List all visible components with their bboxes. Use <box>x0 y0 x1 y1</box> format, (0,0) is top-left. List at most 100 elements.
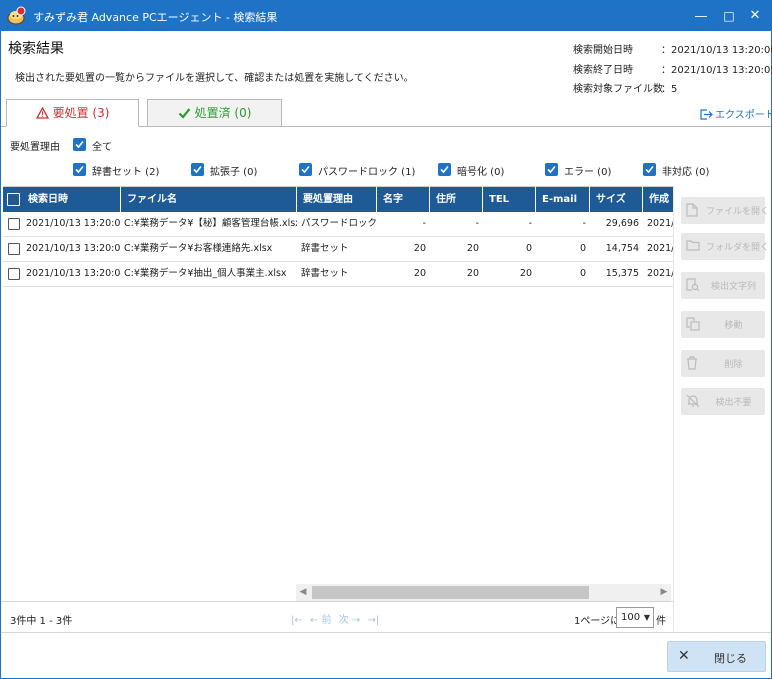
footer-divider <box>1 601 673 602</box>
tab-action-required[interactable]: 要処置 (3) <box>6 99 139 127</box>
filter-unsupported-checkbox[interactable] <box>643 163 656 176</box>
cell-tel: 20 <box>519 268 532 279</box>
next-page-button[interactable]: 次 → <box>339 615 361 626</box>
delete-button[interactable]: 削除 <box>681 350 765 377</box>
row-checkbox[interactable] <box>8 243 20 255</box>
button-label: フォルダを開く <box>706 243 770 253</box>
bottom-divider <box>1 632 771 633</box>
table-row[interactable]: 2021/10/13 13:20:04 C:¥業務データ¥抽出_個人事業主.xl… <box>3 262 673 287</box>
page-title: 検索結果 <box>8 41 64 57</box>
column-header-filename[interactable]: ファイル名 <box>121 187 297 212</box>
pagination: |← ← 前 次 → →| <box>291 611 383 626</box>
table-row[interactable]: 2021/10/13 13:20:02 C:¥業務データ¥お客様連絡先.xlsx… <box>3 237 673 262</box>
horizontal-scrollbar[interactable]: ◀ ▶ <box>296 584 671 601</box>
results-table: 検索日時 ファイル名 要処置理由 名字 住所 TEL E-mail サイズ 作成… <box>3 186 673 601</box>
detected-strings-button[interactable]: 検出文字列 <box>681 272 765 299</box>
minimize-button[interactable]: ― <box>693 8 709 24</box>
row-checkbox[interactable] <box>8 218 20 230</box>
column-header-size[interactable]: サイズ <box>590 187 643 212</box>
row-checkbox[interactable] <box>8 268 20 280</box>
close-icon: ✕ <box>678 648 690 664</box>
button-label: 検出不要 <box>715 398 752 408</box>
checkmark-icon <box>301 165 310 174</box>
per-page-select[interactable]: 100 ▼ <box>616 607 654 628</box>
cell-size: 29,696 <box>605 218 639 229</box>
filter-password-label: パスワードロック (1) <box>318 167 416 178</box>
button-label: 検出文字列 <box>710 282 756 292</box>
filter-error-checkbox[interactable] <box>545 163 558 176</box>
open-folder-button[interactable]: フォルダを開く <box>681 233 770 260</box>
checkmark-icon <box>440 165 449 174</box>
cell-surname: 20 <box>413 268 426 279</box>
filter-label: 要処置理由 <box>10 142 60 153</box>
info-label: 検索開始日時 <box>573 45 633 56</box>
cell-address: 20 <box>466 268 479 279</box>
filter-password-checkbox[interactable] <box>299 163 312 176</box>
button-label: 移動 <box>724 321 743 331</box>
column-header-email[interactable]: E-mail <box>536 187 590 212</box>
cell-email: 0 <box>579 243 586 254</box>
column-header-surname[interactable]: 名字 <box>377 187 430 212</box>
cell-email: 0 <box>579 268 586 279</box>
cell-reason: 辞書セット <box>301 268 349 279</box>
filter-all-label: 全て <box>92 142 112 153</box>
not-needed-button[interactable]: 検出不要 <box>681 388 765 415</box>
per-page-label: 1ページに <box>574 616 621 627</box>
cell-filename: C:¥業務データ¥抽出_個人事業主.xlsx <box>124 268 287 279</box>
filter-dictionary-label: 辞書セット (2) <box>92 167 160 178</box>
cell-address: 20 <box>466 243 479 254</box>
column-header-address[interactable]: 住所 <box>430 187 483 212</box>
column-header-search-time[interactable]: 検索日時 <box>22 187 121 212</box>
warning-icon <box>35 106 49 119</box>
checkmark-icon <box>645 165 654 174</box>
open-file-button[interactable]: ファイルを開く <box>681 197 770 224</box>
prev-page-button[interactable]: ← 前 <box>310 615 332 626</box>
record-count: 3件中 1 - 3件 <box>10 616 73 627</box>
last-page-button[interactable]: →| <box>367 615 379 626</box>
cell-reason: パスワードロック <box>301 218 377 229</box>
bell-off-icon <box>686 394 700 408</box>
first-page-button[interactable]: |← <box>291 615 303 626</box>
cell-reason: 辞書セット <box>301 243 349 254</box>
close-button[interactable]: ✕ 閉じる <box>667 641 766 672</box>
scrollbar-thumb[interactable] <box>312 586 589 599</box>
file-icon <box>686 203 698 217</box>
table-header: 検索日時 ファイル名 要処置理由 名字 住所 TEL E-mail サイズ 作成 <box>3 187 673 212</box>
cell-surname: 20 <box>413 243 426 254</box>
tab-processed[interactable]: 処置済 (0) <box>147 99 282 127</box>
cell-tel: 0 <box>525 243 532 254</box>
scroll-right-icon[interactable]: ▶ <box>657 584 671 601</box>
info-label: 検索終了日時 <box>573 65 633 76</box>
scroll-left-icon[interactable]: ◀ <box>296 584 310 601</box>
table-row[interactable]: 2021/10/13 13:20:01 C:¥業務データ¥【秘】顧客管理台帳.x… <box>3 212 673 237</box>
filter-extension-checkbox[interactable] <box>191 163 204 176</box>
export-icon <box>700 109 713 120</box>
column-header-tel[interactable]: TEL <box>483 187 536 212</box>
select-all-checkbox[interactable] <box>7 193 20 206</box>
cell-email: - <box>582 218 586 229</box>
window-title: すみずみ君 Advance PCエージェント - 検索結果 <box>33 11 278 24</box>
filter-unsupported-label: 非対応 (0) <box>662 167 710 178</box>
button-label: 削除 <box>724 360 743 370</box>
close-window-button[interactable]: ✕ <box>747 8 763 24</box>
button-label: ファイルを開く <box>706 207 770 217</box>
trash-icon <box>687 356 697 370</box>
info-value: ：2021/10/13 13:20:05 <box>661 65 772 76</box>
info-value: ：5 <box>661 84 678 95</box>
app-icon <box>6 6 26 26</box>
filter-dictionary-checkbox[interactable] <box>73 163 86 176</box>
folder-icon <box>686 240 700 251</box>
filter-encryption-checkbox[interactable] <box>438 163 451 176</box>
per-page-value: 100 <box>621 612 641 623</box>
export-link[interactable]: エクスポート <box>700 106 772 121</box>
cell-size: 14,754 <box>605 243 639 254</box>
cell-search-time: 2021/10/13 13:20:04 <box>26 268 121 279</box>
checkmark-icon <box>547 165 556 174</box>
maximize-button[interactable]: □ <box>721 8 737 24</box>
move-button[interactable]: 移動 <box>681 311 765 338</box>
filter-all-checkbox[interactable] <box>73 138 86 151</box>
column-header-created[interactable]: 作成 <box>643 187 673 212</box>
cell-address: - <box>475 218 479 229</box>
column-header-reason[interactable]: 要処置理由 <box>297 187 377 212</box>
checkmark-icon <box>178 108 190 119</box>
